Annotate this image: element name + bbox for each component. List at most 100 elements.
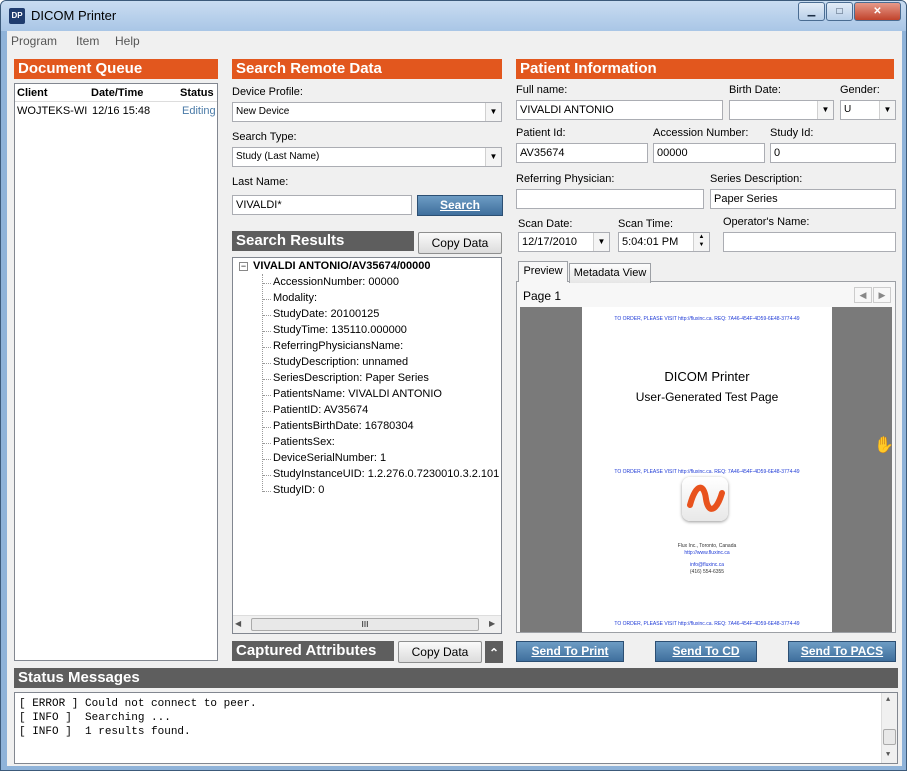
spinner-icon[interactable]: ▲ ▼ (693, 233, 709, 251)
close-button[interactable]: ✕ (854, 2, 901, 21)
send-to-cd-button[interactable]: Send To CD (655, 641, 757, 662)
menu-item[interactable]: Item (76, 34, 99, 48)
scroll-right-icon[interactable]: ▶ (489, 619, 495, 628)
scan-time-spinner[interactable]: 5:04:01 PM ▲ ▼ (618, 232, 710, 252)
send-to-print-button[interactable]: Send To Print (516, 641, 624, 662)
app-icon: DP (9, 8, 25, 24)
document-queue-header: Document Queue (14, 59, 218, 79)
patient-id-input[interactable]: AV35674 (516, 143, 648, 163)
series-desc-input[interactable]: Paper Series (710, 189, 896, 209)
tree-item[interactable]: PatientsName: VIVALDI ANTONIO (273, 388, 442, 400)
tree-item[interactable]: StudyID: 0 (273, 484, 324, 496)
device-profile-select[interactable]: New Device ▼ (232, 102, 502, 122)
scroll-left-icon[interactable]: ◀ (235, 619, 241, 628)
gender-select[interactable]: U ▼ (840, 100, 896, 120)
maximize-button[interactable]: □ (826, 2, 853, 21)
operator-input[interactable] (723, 232, 896, 252)
app-window: DP DICOM Printer ▁ □ ✕ Program Item Help… (0, 0, 907, 771)
tree-item[interactable]: StudyDate: 20100125 (273, 308, 379, 320)
order-banner-bottom: TO ORDER, PLEASE VISIT http://fluxinc.ca… (614, 621, 800, 627)
tree-item[interactable]: ReferringPhysiciansName: (273, 340, 403, 352)
accession-label: Accession Number: (653, 127, 749, 139)
chevron-down-icon: ▼ (593, 233, 609, 251)
tree-item[interactable]: DeviceSerialNumber: 1 (273, 452, 386, 464)
scan-date-label: Scan Date: (518, 218, 573, 230)
queue-status: Editing (182, 105, 216, 117)
title-bar[interactable]: DP DICOM Printer ▁ □ ✕ (1, 1, 906, 31)
tree-item[interactable]: StudyInstanceUID: 1.2.276.0.7230010.3.2.… (273, 468, 499, 480)
horizontal-scrollbar[interactable]: ◀ III ▶ (233, 615, 501, 633)
search-remote-header: Search Remote Data (232, 59, 502, 79)
tree-item[interactable]: Modality: (273, 292, 317, 304)
chevron-down-icon: ▼ (879, 101, 895, 119)
copy-captured-button[interactable]: Copy Data (398, 641, 482, 663)
ref-phys-input[interactable] (516, 189, 704, 209)
hand-cursor-icon: ✋ (874, 437, 894, 454)
birth-date-label: Birth Date: (729, 84, 781, 96)
status-log[interactable]: [ ERROR ] Could not connect to peer. [ I… (14, 692, 898, 764)
menu-program[interactable]: Program (11, 34, 57, 48)
queue-datetime: 12/16 15:48 (92, 105, 151, 117)
next-page-icon[interactable]: ▶ (873, 287, 891, 303)
tab-preview[interactable]: Preview (518, 261, 568, 282)
minimize-button[interactable]: ▁ (798, 2, 825, 21)
status-line: [ ERROR ] Could not connect to peer. (19, 698, 257, 710)
tree-item[interactable]: PatientID: AV35674 (273, 404, 368, 416)
document-queue-list[interactable]: Client Date/Time Status WOJTEKS-WI 12/16… (14, 83, 218, 661)
scroll-up-icon[interactable]: ▲ (886, 696, 890, 704)
collapse-toggle[interactable]: − (239, 262, 248, 271)
birth-date-picker[interactable]: ▼ (729, 100, 834, 120)
last-name-input[interactable]: VIVALDI* (232, 195, 412, 215)
scrollbar-thumb[interactable]: III (251, 618, 479, 631)
search-button[interactable]: Search (417, 195, 503, 216)
prev-page-icon[interactable]: ◀ (854, 287, 872, 303)
tree-item[interactable]: PatientsSex: (273, 436, 335, 448)
tree-item[interactable]: StudyTime: 135110.000000 (273, 324, 407, 336)
vertical-scrollbar[interactable]: ▲ ▼ (881, 693, 897, 763)
column-status[interactable]: Status (180, 87, 214, 99)
doc-subtitle: User-Generated Test Page (635, 390, 779, 404)
window-title: DICOM Printer (31, 8, 117, 23)
send-to-pacs-button[interactable]: Send To PACS (788, 641, 896, 662)
copy-results-button[interactable]: Copy Data (418, 232, 502, 254)
scan-time-label: Scan Time: (618, 218, 674, 230)
search-type-label: Search Type: (232, 131, 297, 143)
study-id-label: Study Id: (770, 127, 814, 139)
patient-info-header: Patient Information (516, 59, 894, 79)
series-desc-label: Series Description: (710, 173, 803, 185)
scrollbar-thumb[interactable] (883, 729, 896, 745)
page-label: Page 1 (523, 289, 562, 303)
study-id-input[interactable]: 0 (770, 143, 896, 163)
full-name-input[interactable]: VIVALDI ANTONIO (516, 100, 723, 120)
menu-bar: Program Item Help (7, 31, 902, 51)
order-banner-middle: TO ORDER, PLEASE VISIT http://fluxinc.ca… (614, 469, 800, 475)
company-phone: (416) 554-6355 (689, 569, 725, 575)
preview-canvas[interactable]: TO ORDER, PLEASE VISIT http://fluxinc.ca… (520, 307, 894, 632)
gender-label: Gender: (840, 84, 880, 96)
flux-logo-icon (682, 477, 728, 521)
company-email: info@fluxinc.ca (690, 562, 724, 568)
operator-label: Operator's Name: (723, 216, 810, 228)
status-messages-header: Status Messages (14, 668, 898, 688)
tree-item[interactable]: StudyDescription: unnamed (273, 356, 408, 368)
patient-id-label: Patient Id: (516, 127, 566, 139)
tree-root-node[interactable]: VIVALDI ANTONIO/AV35674/00000 (253, 260, 431, 272)
tab-metadata-view[interactable]: Metadata View (569, 263, 651, 283)
menu-help[interactable]: Help (115, 34, 140, 48)
column-datetime[interactable]: Date/Time (91, 87, 143, 99)
search-results-tree[interactable]: − VIVALDI ANTONIO/AV35674/00000 Accessio… (232, 257, 502, 634)
scroll-down-icon[interactable]: ▼ (886, 751, 890, 759)
doc-title: DICOM Printer (664, 369, 750, 384)
collapse-up-icon[interactable]: ⌃ (485, 641, 503, 663)
accession-input[interactable]: 00000 (653, 143, 765, 163)
tree-item[interactable]: AccessionNumber: 00000 (273, 276, 399, 288)
company-text: Flux Inc., Toronto, Canada (677, 543, 737, 549)
status-line: [ INFO ] 1 results found. (19, 726, 191, 738)
tree-item[interactable]: PatientsBirthDate: 16780304 (273, 420, 414, 432)
scan-date-picker[interactable]: 12/17/2010 ▼ (518, 232, 610, 252)
tree-item[interactable]: SeriesDescription: Paper Series (273, 372, 429, 384)
company-site: http://www.fluxinc.ca (684, 550, 730, 556)
column-client[interactable]: Client (17, 87, 48, 99)
chevron-down-icon: ▼ (817, 101, 833, 119)
search-type-select[interactable]: Study (Last Name) ▼ (232, 147, 502, 167)
